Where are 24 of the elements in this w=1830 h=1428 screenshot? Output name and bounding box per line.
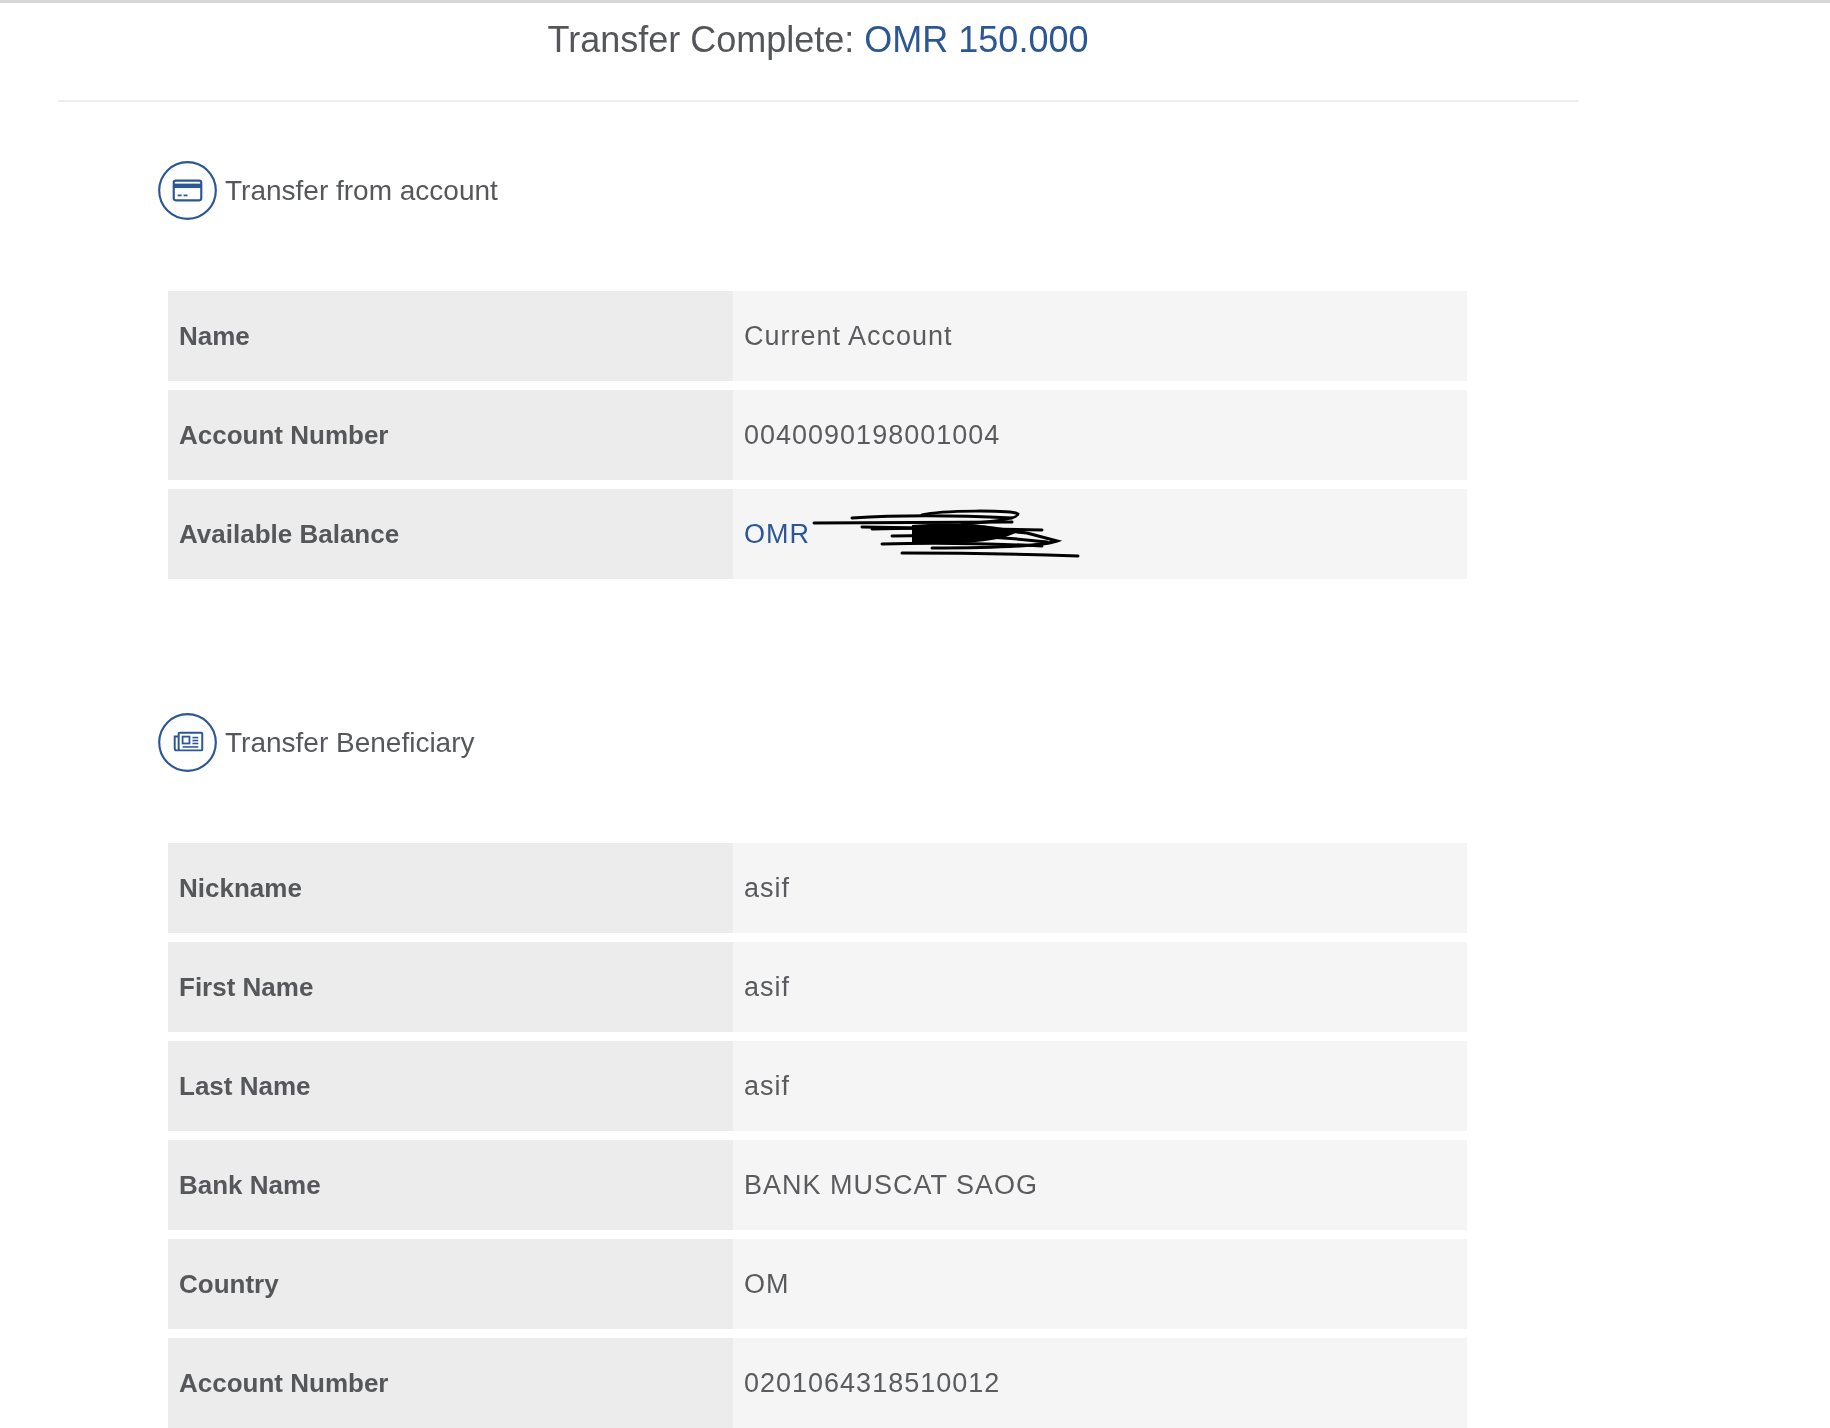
label-cell: Bank Name bbox=[168, 1140, 733, 1230]
newspaper-icon bbox=[158, 713, 217, 772]
value-text: 0201064318510012 bbox=[744, 1367, 1001, 1399]
label-cell: Account Number bbox=[168, 1338, 733, 1428]
label-cell: Nickname bbox=[168, 843, 733, 933]
transfer-amount: OMR 150.000 bbox=[864, 19, 1089, 60]
value-text: asif bbox=[744, 872, 791, 904]
value-text: OM bbox=[744, 1268, 790, 1300]
value-text: Current Account bbox=[744, 320, 953, 352]
value-text: OMR bbox=[744, 518, 810, 550]
credit-card-icon bbox=[158, 161, 217, 220]
label-cell: Name bbox=[168, 291, 733, 381]
section-title: Transfer Beneficiary bbox=[225, 726, 475, 759]
value-text: BANK MUSCAT SAOG bbox=[744, 1169, 1039, 1201]
label-cell: Last Name bbox=[168, 1041, 733, 1131]
value-text: 0040090198001004 bbox=[744, 419, 1001, 451]
label-cell: Account Number bbox=[168, 390, 733, 480]
value-text: asif bbox=[744, 971, 791, 1003]
value-text: asif bbox=[744, 1070, 791, 1102]
page-title: Transfer Complete: bbox=[547, 19, 855, 60]
label-cell: First Name bbox=[168, 942, 733, 1032]
section-title: Transfer from account bbox=[225, 174, 498, 207]
label-cell: Available Balance bbox=[168, 489, 733, 579]
label-cell: Country bbox=[168, 1239, 733, 1329]
